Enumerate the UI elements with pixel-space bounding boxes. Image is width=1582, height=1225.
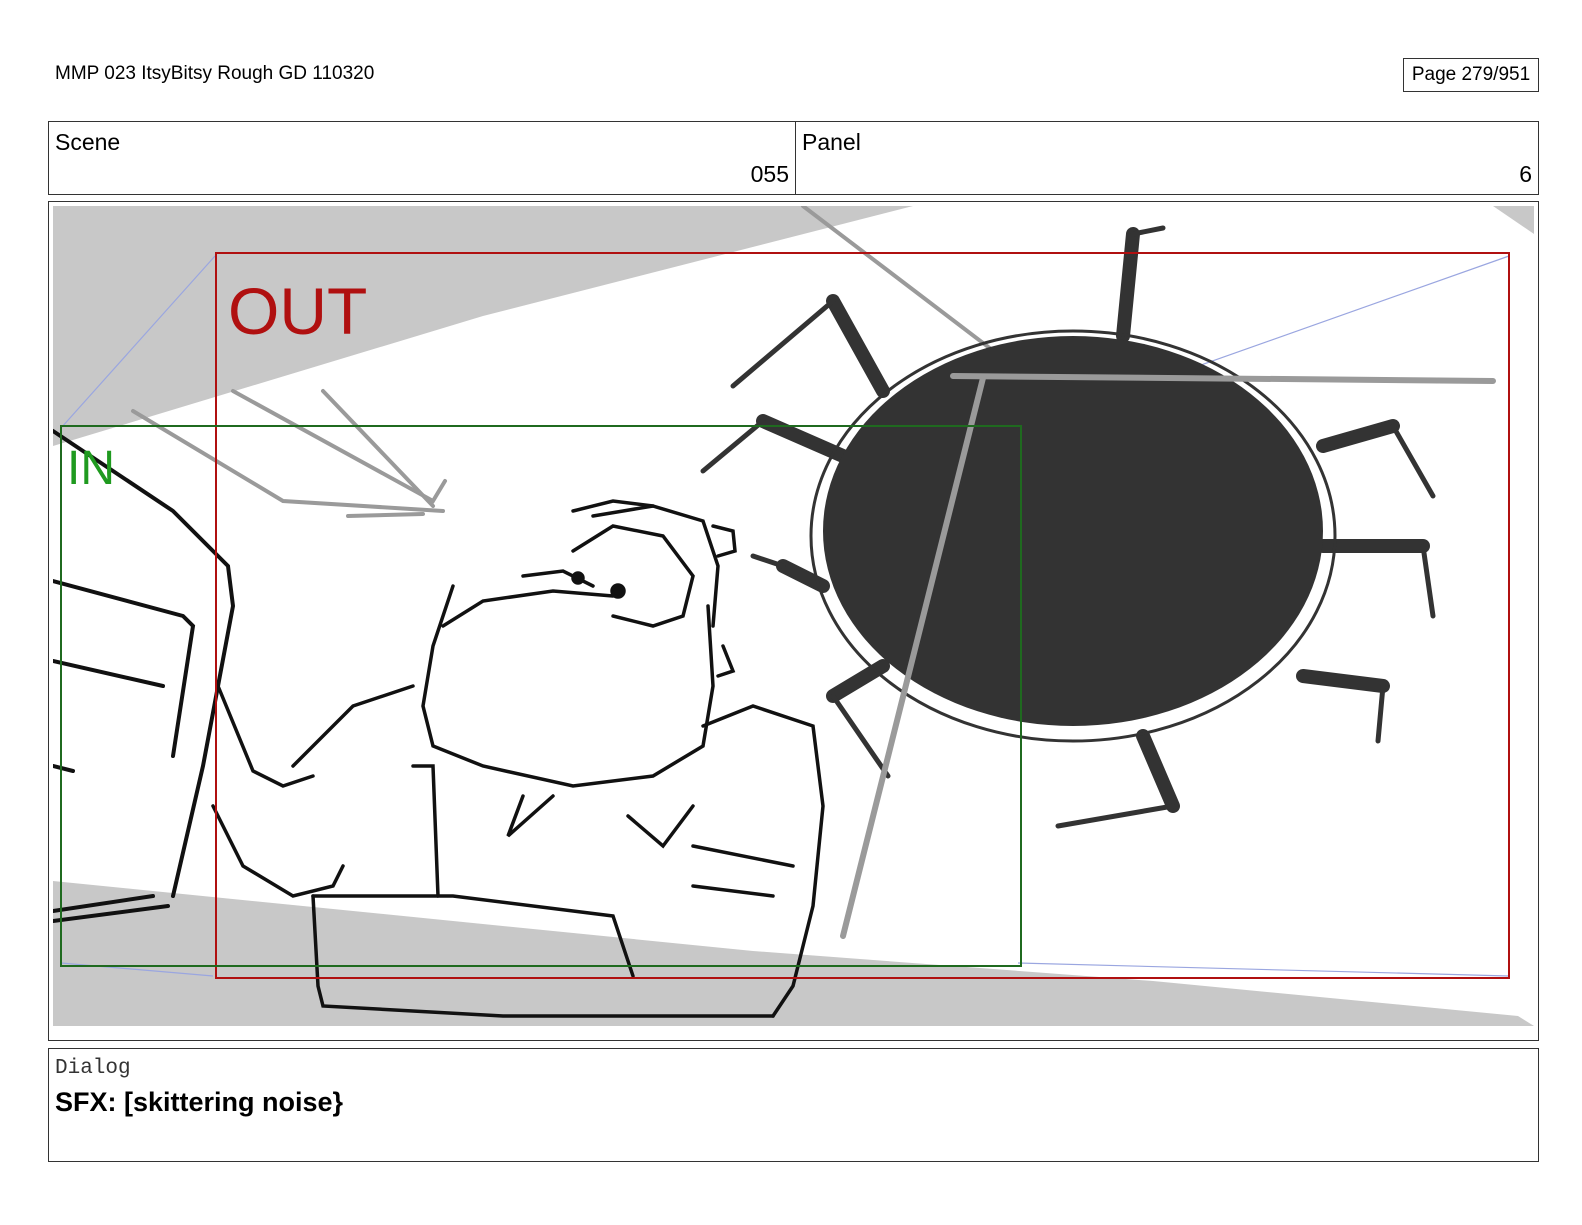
spider-body [823,336,1323,726]
scene-cell: Scene 055 [49,122,796,194]
dialog-label: Dialog [55,1057,131,1080]
document-title: MMP 023 ItsyBitsy Rough GD 110320 [55,63,375,84]
dialog-text: SFX: [skittering noise} [55,1087,344,1117]
dialog-box: Dialog SFX: [skittering noise} [48,1048,1539,1162]
storyboard-drawing: OUT IN [53,206,1534,1036]
in-label: IN [67,442,115,495]
storyboard-frame: OUT IN [48,201,1539,1041]
info-row: Scene 055 Panel 6 [48,121,1539,195]
out-label: OUT [228,274,367,348]
panel-number: 6 [1519,161,1532,187]
scene-label: Scene [55,129,121,155]
scene-number: 055 [750,161,789,187]
page-indicator: Page 279/951 [1403,58,1539,92]
panel-cell: Panel 6 [796,122,1538,194]
panel-label: Panel [802,129,861,155]
